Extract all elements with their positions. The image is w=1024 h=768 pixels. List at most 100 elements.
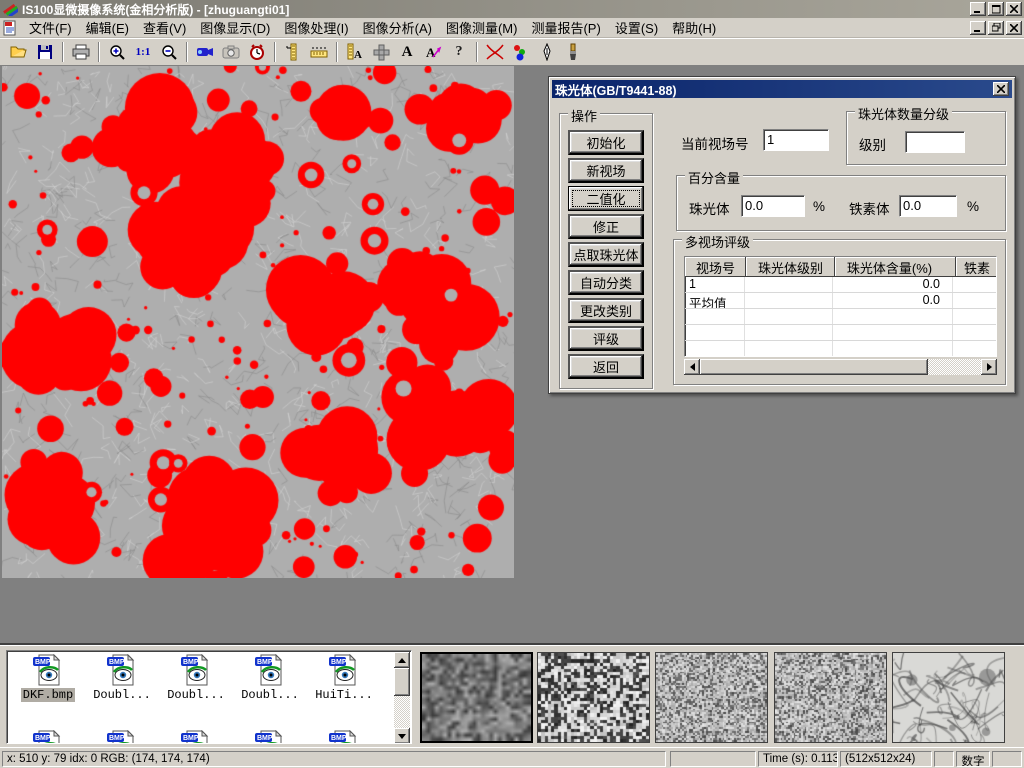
close-button[interactable] xyxy=(1006,2,1022,16)
scroll-up-icon[interactable] xyxy=(394,652,410,668)
scrollbar-thumb[interactable] xyxy=(700,359,928,375)
file-list-scrollbar[interactable] xyxy=(394,652,410,744)
file-name[interactable]: Doubl... xyxy=(165,688,227,702)
ferrite-percent-input[interactable]: 0.0 xyxy=(899,195,957,217)
file-item[interactable]: BMP Doubl... xyxy=(159,654,233,702)
document-icon[interactable] xyxy=(2,20,18,36)
column-header[interactable]: 珠光体级别 xyxy=(746,257,835,277)
metallograph-image[interactable] xyxy=(2,66,514,578)
file-item[interactable]: BMP xyxy=(307,730,381,744)
print-icon[interactable] xyxy=(68,40,94,64)
operation-button[interactable]: 二值化 xyxy=(568,186,644,211)
video-capture-icon[interactable] xyxy=(192,40,218,64)
zoom-in-icon[interactable] xyxy=(104,40,130,64)
pen-icon[interactable] xyxy=(534,40,560,64)
actual-size-icon[interactable]: 1:1 xyxy=(130,40,156,64)
file-item[interactable]: BMP xyxy=(233,730,307,744)
operation-button[interactable]: 点取珠光体 xyxy=(568,242,644,267)
menu-item[interactable]: 测量报告(P) xyxy=(524,19,607,38)
operation-button[interactable]: 修正 xyxy=(568,214,644,239)
ruler-icon[interactable] xyxy=(306,40,332,64)
multifield-table[interactable]: 视场号 珠光体级别 珠光体含量(%) 铁素 10.0平均值0.0 xyxy=(684,256,997,357)
thumbnail-image[interactable] xyxy=(420,652,533,743)
file-browser[interactable]: BMP DKF.bmp BMP Doubl... BMP Doubl... BM… xyxy=(6,650,412,744)
operation-button[interactable]: 更改类别 xyxy=(568,298,644,323)
save-icon[interactable] xyxy=(32,40,58,64)
table-row[interactable] xyxy=(685,341,996,357)
brush-icon[interactable] xyxy=(560,40,586,64)
menu-item[interactable]: 文件(F) xyxy=(22,19,79,38)
toolbar-separator xyxy=(336,42,338,62)
file-item[interactable]: BMP xyxy=(159,730,233,744)
menu-item[interactable]: 图像分析(A) xyxy=(356,19,439,38)
grid-cross-icon[interactable] xyxy=(368,40,394,64)
scroll-left-icon[interactable] xyxy=(684,359,700,375)
dialog-close-icon[interactable] xyxy=(993,82,1009,96)
toolbar-separator xyxy=(186,42,188,62)
dialog-title-bar[interactable]: 珠光体(GB/T9441-88) xyxy=(552,80,1012,98)
thumbnail-image[interactable] xyxy=(774,652,887,743)
column-header[interactable]: 珠光体含量(%) xyxy=(835,257,956,277)
file-name[interactable]: Doubl... xyxy=(91,688,153,702)
file-item[interactable]: BMP Doubl... xyxy=(233,654,307,702)
spline-curve-icon[interactable] xyxy=(482,40,508,64)
operation-button[interactable]: 初始化 xyxy=(568,130,644,155)
column-header[interactable]: 视场号 xyxy=(685,257,746,277)
file-item[interactable]: BMP Doubl... xyxy=(85,654,159,702)
pearlite-percent-input[interactable]: 0.0 xyxy=(741,195,805,217)
file-name[interactable]: Doubl... xyxy=(239,688,301,702)
open-file-icon[interactable] xyxy=(6,40,32,64)
maximize-button[interactable] xyxy=(988,2,1004,16)
minimize-button[interactable] xyxy=(970,2,986,16)
menu-item[interactable]: 图像显示(D) xyxy=(193,19,277,38)
column-header[interactable]: 铁素 xyxy=(956,257,997,277)
table-row[interactable]: 10.0 xyxy=(685,277,996,293)
table-h-scrollbar[interactable] xyxy=(684,359,997,375)
menu-item[interactable]: 设置(S) xyxy=(608,19,665,38)
measure-label-icon[interactable]: A xyxy=(342,40,368,64)
toolbar-separator xyxy=(98,42,100,62)
thumbnail-image[interactable] xyxy=(537,652,650,743)
operation-button[interactable]: 评级 xyxy=(568,326,644,351)
file-item[interactable]: BMP HuiTi... xyxy=(307,654,381,702)
scroll-right-icon[interactable] xyxy=(981,359,997,375)
operation-button[interactable]: 自动分类 xyxy=(568,270,644,295)
window-title: IS100显微摄像系统(金相分析版) - [zhuguangti01] xyxy=(22,1,289,18)
scrollbar-thumb[interactable] xyxy=(394,668,410,696)
text-edit-icon[interactable]: A xyxy=(420,40,446,64)
toolbar-separator xyxy=(62,42,64,62)
mdi-restore-button[interactable] xyxy=(988,21,1004,35)
zoom-out-icon[interactable] xyxy=(156,40,182,64)
scroll-down-icon[interactable] xyxy=(394,728,410,744)
text-icon[interactable]: A xyxy=(394,40,420,64)
file-item[interactable]: BMP xyxy=(85,730,159,744)
menu-item[interactable]: 图像处理(I) xyxy=(277,19,355,38)
thumbnail-image[interactable] xyxy=(655,652,768,743)
table-row[interactable]: 平均值0.0 xyxy=(685,293,996,309)
thumbnail-image[interactable] xyxy=(892,652,1005,743)
grade-input[interactable] xyxy=(905,131,965,153)
operation-button[interactable]: 返回 xyxy=(568,354,644,379)
camera-capture-icon[interactable] xyxy=(218,40,244,64)
mdi-minimize-button[interactable] xyxy=(970,21,986,35)
timer-icon[interactable] xyxy=(244,40,270,64)
menu-item[interactable]: 图像测量(M) xyxy=(439,19,525,38)
file-name[interactable]: HuiTi... xyxy=(313,688,375,702)
current-field-input[interactable]: 1 xyxy=(763,129,829,151)
classify-dots-icon[interactable] xyxy=(508,40,534,64)
file-item[interactable]: BMP DKF.bmp xyxy=(11,654,85,702)
dialog-title: 珠光体(GB/T9441-88) xyxy=(555,80,677,99)
table-row[interactable] xyxy=(685,309,996,325)
file-item[interactable]: BMP xyxy=(11,730,85,744)
table-row[interactable] xyxy=(685,325,996,341)
mdi-close-button[interactable] xyxy=(1006,21,1022,35)
svg-text:BMP: BMP xyxy=(257,659,273,666)
bmp-file-icon: BMP xyxy=(254,730,286,744)
caliper-icon[interactable] xyxy=(280,40,306,64)
operation-button[interactable]: 新视场 xyxy=(568,158,644,183)
file-name[interactable]: DKF.bmp xyxy=(21,688,75,702)
menu-item[interactable]: 帮助(H) xyxy=(665,19,723,38)
menu-item[interactable]: 编辑(E) xyxy=(79,19,136,38)
menu-item[interactable]: 查看(V) xyxy=(136,19,193,38)
help-icon[interactable]: ? xyxy=(446,40,472,64)
